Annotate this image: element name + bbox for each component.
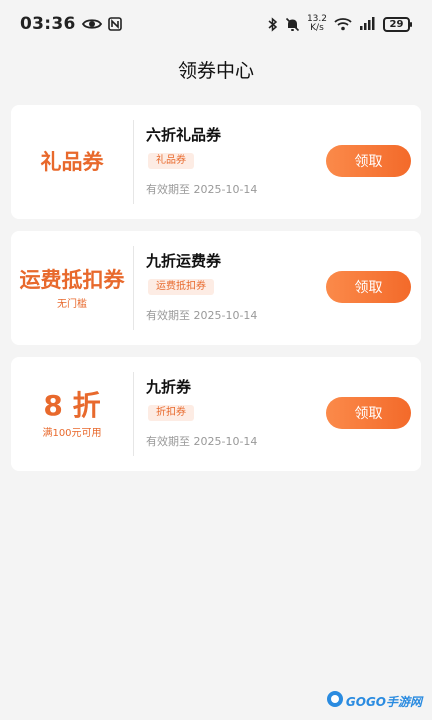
watermark-logo: GOGO手游网	[326, 690, 422, 712]
watermark-text: GOGO手游网	[345, 694, 422, 709]
nfc-icon	[107, 17, 122, 31]
coupon-name: 九折券	[146, 378, 192, 396]
coupon-tag: 运费抵扣券	[148, 279, 214, 295]
coupon-value: 运费抵扣券 无门槛	[11, 231, 133, 345]
coupon-expiry: 有效期至 2025-10-14	[146, 435, 258, 448]
claim-button[interactable]: 领取	[326, 145, 411, 177]
page-title: 领券中心	[177, 60, 254, 82]
claim-button[interactable]: 领取	[326, 397, 411, 429]
battery-icon: 29	[383, 16, 412, 32]
eye-icon	[81, 17, 102, 31]
coupon-card: 8 折 满100元可用 九折券 折扣券 有效期至 2025-10-14 领取	[11, 357, 421, 471]
coupon-value: 礼品券	[11, 105, 133, 219]
coupon-expiry: 有效期至 2025-10-14	[146, 309, 258, 322]
coupon-value-main: 运费抵扣券	[19, 267, 125, 292]
status-bar: 03:36 13.2 K/s 29	[0, 0, 432, 48]
mute-notification-icon	[285, 17, 300, 32]
coupon-value-main: 礼品券	[40, 150, 104, 174]
coupon-value: 8 折 满100元可用	[11, 357, 133, 471]
coupon-tag: 折扣券	[148, 405, 194, 421]
coupon-value-main: 8 折	[43, 388, 101, 422]
watermark-icon	[326, 690, 344, 712]
clock: 03:36	[20, 14, 76, 34]
signal-icon	[359, 17, 376, 31]
wifi-icon	[334, 17, 352, 31]
coupon-expiry: 有效期至 2025-10-14	[146, 183, 258, 196]
claim-button[interactable]: 领取	[326, 271, 411, 303]
coupon-card: 礼品券 六折礼品券 礼品券 有效期至 2025-10-14 领取	[11, 105, 421, 219]
coupon-name: 九折运费券	[146, 252, 222, 270]
network-speed: 13.2 K/s	[306, 14, 327, 33]
bluetooth-icon	[268, 16, 278, 32]
coupon-card: 运费抵扣券 无门槛 九折运费券 运费抵扣券 有效期至 2025-10-14 领取	[11, 231, 421, 345]
coupon-value-sub: 满100元可用	[42, 427, 102, 439]
coupon-tag: 礼品券	[148, 153, 194, 169]
coupon-name: 六折礼品券	[146, 126, 222, 144]
coupon-list: 礼品券 六折礼品券 礼品券 有效期至 2025-10-14 领取 运费抵扣券 无…	[11, 105, 421, 483]
coupon-value-sub: 无门槛	[57, 298, 87, 310]
